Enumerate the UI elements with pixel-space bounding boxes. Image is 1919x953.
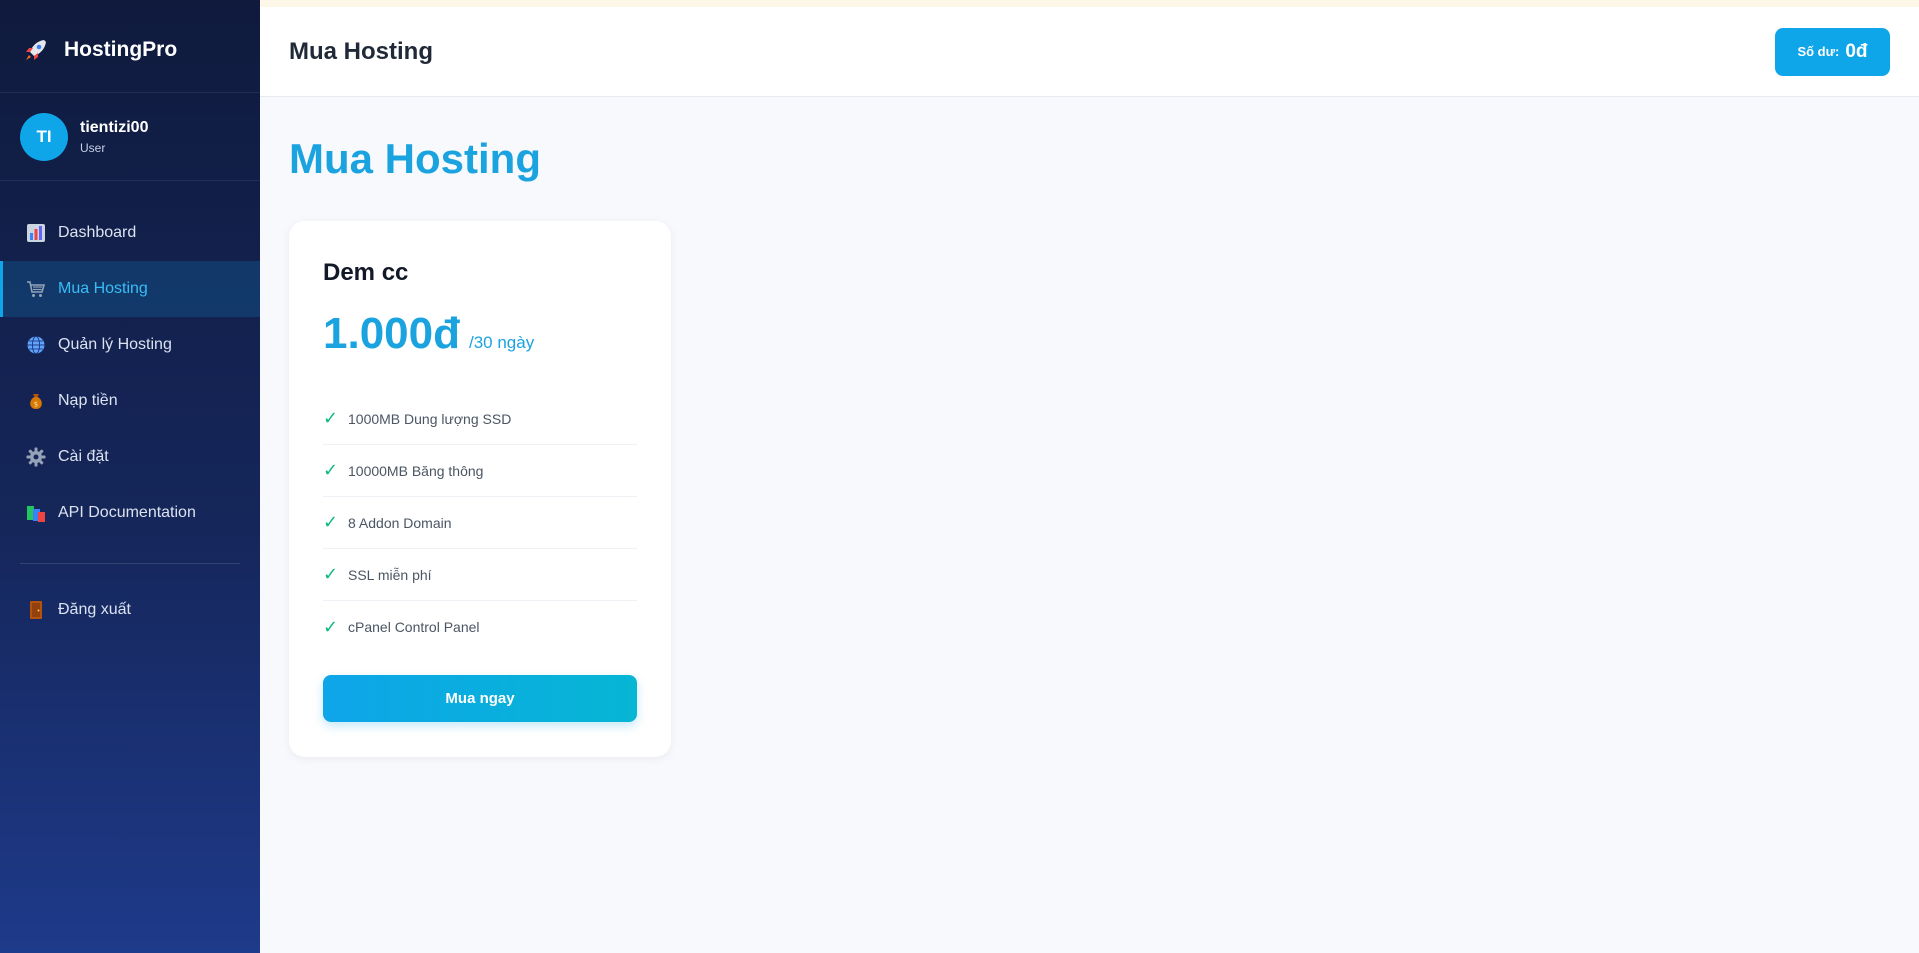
- sidebar-item-logout[interactable]: Đăng xuất: [0, 582, 260, 638]
- sidebar-item-mua-hosting[interactable]: Mua Hosting: [0, 261, 260, 317]
- sidebar-item-api-documentation[interactable]: API Documentation: [0, 485, 260, 541]
- avatar: TI: [20, 112, 68, 161]
- feature-item: ✓ 10000MB Băng thông: [323, 445, 637, 497]
- money-bag-icon: $: [30, 394, 42, 409]
- sidebar-item-label: API Documentation: [58, 504, 196, 521]
- topbar-title: Mua Hosting: [289, 37, 433, 65]
- user-name: tientizi00: [80, 118, 149, 136]
- plan-card: Dem cc 1.000đ /30 ngày ✓ 1000MB Dung lượ…: [289, 221, 671, 757]
- feature-item: ✓ cPanel Control Panel: [323, 601, 637, 653]
- sidebar-item-label: Cài đặt: [58, 448, 109, 465]
- chart-icon: [27, 224, 45, 242]
- door-icon: [30, 601, 42, 619]
- globe-icon: [27, 336, 45, 354]
- brand-name: HostingPro: [64, 37, 178, 61]
- check-icon: ✓: [323, 408, 339, 428]
- user-profile: TI tientizi00 User: [0, 93, 260, 181]
- svg-text:$: $: [34, 401, 38, 409]
- plan-name: Dem cc: [323, 259, 409, 286]
- price-row: 1.000đ /30 ngày: [323, 309, 637, 359]
- sidebar-item-label: Nạp tiền: [58, 392, 118, 409]
- page-content: Mua Hosting Dem cc 1.000đ /30 ngày ✓ 100…: [260, 97, 1919, 795]
- feature-label: cPanel Control Panel: [348, 619, 480, 635]
- topbar: Mua Hosting Số dư: 0đ: [260, 7, 1919, 97]
- app-root: HostingPro TI tientizi00 User Dashboard: [0, 0, 1919, 953]
- sidebar-item-quan-ly-hosting[interactable]: Quản lý Hosting: [0, 317, 260, 373]
- check-icon: ✓: [323, 512, 339, 532]
- books-icon: [27, 506, 45, 522]
- feature-list: ✓ 1000MB Dung lượng SSD ✓ 10000MB Băng t…: [323, 393, 637, 653]
- sidebar-item-cai-dat[interactable]: Cài đặt: [0, 429, 260, 485]
- user-role: User: [80, 140, 106, 155]
- gear-icon: [26, 447, 46, 467]
- sidebar-nav: Dashboard Mua Hosting Quản lý Hosting $ …: [0, 181, 260, 638]
- plan-price: 1.000đ: [323, 309, 460, 358]
- top-strip: [0, 0, 1919, 7]
- check-icon: ✓: [323, 616, 339, 637]
- balance-label: Số dư:: [1797, 44, 1840, 59]
- sidebar: HostingPro TI tientizi00 User Dashboard: [0, 0, 260, 953]
- sidebar-divider: [20, 563, 240, 564]
- feature-label: 8 Addon Domain: [348, 514, 452, 531]
- plan-period: /30 ngày: [468, 333, 535, 352]
- sidebar-item-label: Đăng xuất: [58, 601, 131, 618]
- brand[interactable]: HostingPro: [0, 7, 260, 93]
- check-icon: ✓: [323, 564, 339, 584]
- cart-icon: [27, 281, 46, 297]
- feature-item: ✓ SSL miễn phí: [323, 549, 637, 601]
- main-area: Mua Hosting Số dư: 0đ Mua Hosting Dem cc…: [260, 0, 1919, 953]
- balance-value: 0đ: [1845, 40, 1868, 62]
- rocket-icon: [26, 39, 46, 60]
- balance-badge[interactable]: Số dư: 0đ: [1775, 27, 1890, 76]
- feature-item: ✓ 8 Addon Domain: [323, 497, 637, 549]
- feature-label: 1000MB Dung lượng SSD: [348, 410, 512, 427]
- check-icon: ✓: [323, 460, 339, 480]
- sidebar-item-label: Quản lý Hosting: [58, 336, 172, 353]
- feature-item: ✓ 1000MB Dung lượng SSD: [323, 393, 637, 445]
- feature-label: 10000MB Băng thông: [348, 462, 484, 479]
- page-title: Mua Hosting: [289, 135, 541, 182]
- feature-label: SSL miễn phí: [348, 566, 432, 583]
- sidebar-item-dashboard[interactable]: Dashboard: [0, 205, 260, 261]
- sidebar-item-label: Dashboard: [58, 224, 137, 241]
- buy-now-button[interactable]: Mua ngay: [323, 675, 637, 722]
- user-info: tientizi00 User: [80, 119, 148, 155]
- sidebar-item-label: Mua Hosting: [58, 280, 148, 297]
- sidebar-item-nap-tien[interactable]: $ Nạp tiền: [0, 373, 260, 429]
